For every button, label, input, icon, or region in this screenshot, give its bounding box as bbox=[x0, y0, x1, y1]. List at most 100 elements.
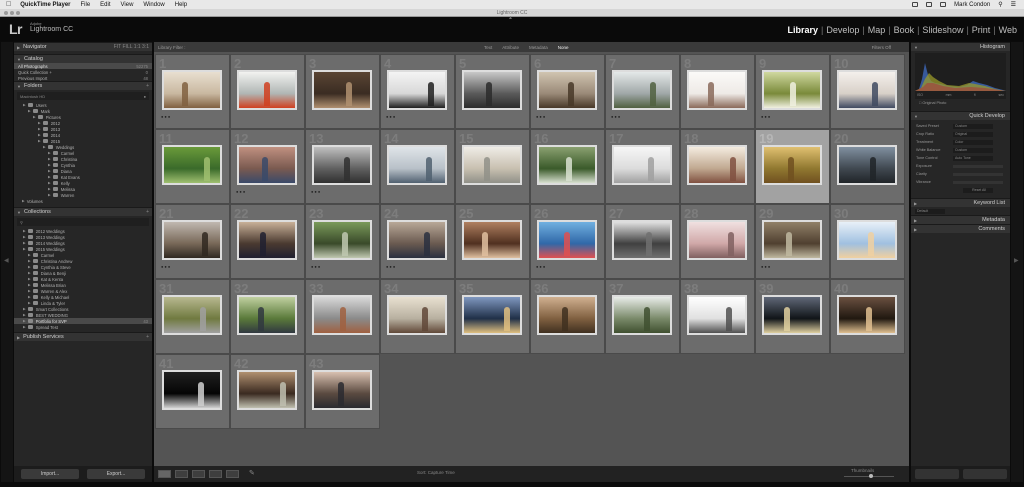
compare-view-button[interactable] bbox=[192, 470, 205, 478]
disclosure-icon[interactable]: ▶ bbox=[48, 151, 51, 155]
thumbnail-cell[interactable]: 37 bbox=[605, 279, 680, 354]
star-rating-icon[interactable]: ●●● bbox=[761, 114, 771, 119]
notification-icon[interactable]: ☰ bbox=[1011, 1, 1016, 8]
tab-text[interactable]: Text bbox=[484, 45, 492, 50]
disclosure-icon[interactable]: ▶ bbox=[28, 271, 31, 275]
thumbnail-cell[interactable]: 2 bbox=[230, 54, 305, 129]
disclosure-icon[interactable]: ▶ bbox=[43, 145, 46, 149]
folders-header[interactable]: ▼ Folders + bbox=[14, 81, 152, 90]
disclosure-icon[interactable]: ▶ bbox=[28, 283, 31, 287]
publish-services-header[interactable]: ▶ Publish Services + bbox=[14, 332, 152, 341]
star-rating-icon[interactable]: ●●● bbox=[386, 114, 396, 119]
module-develop[interactable]: Develop bbox=[823, 25, 862, 35]
photo-thumbnail[interactable] bbox=[762, 70, 822, 110]
disclosure-icon[interactable]: ▶ bbox=[23, 241, 26, 245]
reset-all-button[interactable]: Reset All bbox=[963, 187, 993, 193]
thumbnail-cell[interactable]: 14 bbox=[380, 129, 455, 204]
photo-thumbnail[interactable] bbox=[612, 220, 672, 260]
thumbnail-cell[interactable]: 30 bbox=[830, 204, 905, 279]
quick-develop-select[interactable]: Color bbox=[953, 139, 993, 145]
star-rating-icon[interactable]: ●●● bbox=[386, 264, 396, 269]
star-rating-icon[interactable]: ●●● bbox=[161, 114, 171, 119]
left-panel-grip[interactable]: ◀ bbox=[1, 42, 13, 482]
tab-none[interactable]: None bbox=[558, 45, 569, 50]
thumbnail-cell[interactable]: 27 bbox=[605, 204, 680, 279]
thumbnail-cell[interactable]: 25 bbox=[455, 204, 530, 279]
thumbnail-cell[interactable]: 12 ●●● bbox=[230, 129, 305, 204]
thumbnail-cell[interactable]: 5 bbox=[455, 54, 530, 129]
filters-off-dropdown[interactable]: Filters Off bbox=[872, 45, 891, 50]
loupe-view-button[interactable] bbox=[175, 470, 188, 478]
star-rating-icon[interactable]: ●●● bbox=[536, 264, 546, 269]
thumbnail-cell[interactable]: 4 ●●● bbox=[380, 54, 455, 129]
sort-value[interactable]: Capture Time bbox=[428, 470, 455, 475]
sort-control[interactable]: Sort: Capture Time bbox=[417, 470, 455, 475]
thumbnail-cell[interactable]: 42 bbox=[230, 354, 305, 429]
disclosure-icon[interactable]: ▶ bbox=[23, 325, 26, 329]
minimize-icon[interactable] bbox=[10, 11, 14, 15]
thumbnail-cell[interactable]: 3 bbox=[305, 54, 380, 129]
photo-thumbnail[interactable] bbox=[687, 220, 747, 260]
thumbnail-cell[interactable]: 23 ●●● bbox=[305, 204, 380, 279]
module-web[interactable]: Web bbox=[996, 25, 1020, 35]
star-rating-icon[interactable]: ●●● bbox=[761, 264, 771, 269]
battery-icon[interactable] bbox=[940, 2, 947, 7]
menu-view[interactable]: View bbox=[121, 2, 134, 8]
user-name[interactable]: Mark Condon bbox=[954, 2, 990, 8]
photo-thumbnail[interactable] bbox=[612, 295, 672, 335]
star-rating-icon[interactable]: ●●● bbox=[611, 114, 621, 119]
thumbnail-cell[interactable]: 26 ●●● bbox=[530, 204, 605, 279]
thumbnail-cell[interactable]: 36 bbox=[530, 279, 605, 354]
disclosure-icon[interactable]: ▶ bbox=[48, 163, 51, 167]
add-collection-icon[interactable]: + bbox=[146, 209, 149, 215]
collapse-top-panel-icon[interactable]: ▲ bbox=[508, 16, 514, 21]
photo-thumbnail[interactable] bbox=[162, 220, 222, 260]
quick-develop-adjust-buttons[interactable] bbox=[953, 180, 1003, 184]
painter-icon[interactable]: ✎ bbox=[249, 469, 255, 477]
thumbnail-cell[interactable]: 8 bbox=[680, 54, 755, 129]
photo-thumbnail[interactable] bbox=[312, 145, 372, 185]
close-icon[interactable] bbox=[4, 11, 8, 15]
disclosure-icon[interactable]: ▶ bbox=[48, 187, 51, 191]
disclosure-icon[interactable]: ▶ bbox=[48, 181, 51, 185]
disclosure-icon[interactable]: ▶ bbox=[23, 247, 26, 251]
thumbnail-cell[interactable]: 41 bbox=[155, 354, 230, 429]
photo-thumbnail[interactable] bbox=[837, 145, 897, 185]
add-folder-icon[interactable]: + bbox=[146, 83, 149, 89]
status-icon[interactable] bbox=[912, 2, 919, 7]
thumbnail-cell[interactable]: 43 bbox=[305, 354, 380, 429]
thumbnail-cell[interactable]: 19 bbox=[755, 129, 830, 204]
quick-develop-adjust-buttons[interactable] bbox=[953, 172, 1003, 176]
disclosure-icon[interactable]: ▶ bbox=[23, 313, 26, 317]
disclosure-icon[interactable]: ▶ bbox=[48, 175, 51, 179]
photo-thumbnail[interactable] bbox=[612, 145, 672, 185]
tab-attribute[interactable]: Attribute bbox=[502, 45, 519, 50]
grid-view-button[interactable] bbox=[158, 470, 171, 478]
right-panel-grip[interactable]: ▶ bbox=[1011, 42, 1023, 482]
thumbnail-cell[interactable]: 39 bbox=[755, 279, 830, 354]
disclosure-icon[interactable]: ▶ bbox=[23, 235, 26, 239]
thumbnail-cell[interactable]: 9 ●●● bbox=[755, 54, 830, 129]
photo-thumbnail[interactable] bbox=[237, 220, 297, 260]
photo-thumbnail[interactable] bbox=[312, 370, 372, 410]
keywording-select[interactable]: Default bbox=[915, 208, 945, 214]
thumbnail-cell[interactable]: 10 bbox=[830, 54, 905, 129]
photo-thumbnail[interactable] bbox=[612, 70, 672, 110]
sync-settings-button[interactable] bbox=[962, 469, 1007, 479]
photo-thumbnail[interactable] bbox=[837, 70, 897, 110]
thumbnail-cell[interactable]: 29 ●●● bbox=[755, 204, 830, 279]
disclosure-icon[interactable]: ▶ bbox=[48, 193, 51, 197]
thumbnail-cell[interactable]: 24 ●●● bbox=[380, 204, 455, 279]
survey-view-button[interactable] bbox=[209, 470, 222, 478]
photo-thumbnail[interactable] bbox=[387, 295, 447, 335]
photo-thumbnail[interactable] bbox=[687, 70, 747, 110]
collection-item[interactable]: ▶ Spread Test bbox=[14, 324, 152, 330]
star-rating-icon[interactable]: ●●● bbox=[311, 264, 321, 269]
zoom-icon[interactable] bbox=[16, 11, 20, 15]
photo-thumbnail[interactable] bbox=[312, 70, 372, 110]
photo-thumbnail[interactable] bbox=[387, 220, 447, 260]
module-slideshow[interactable]: Slideshow bbox=[919, 25, 966, 35]
disclosure-icon[interactable]: ▶ bbox=[38, 127, 41, 131]
photo-thumbnail[interactable] bbox=[387, 70, 447, 110]
keyword-list-header[interactable]: ▶ Keyword List bbox=[911, 198, 1010, 207]
